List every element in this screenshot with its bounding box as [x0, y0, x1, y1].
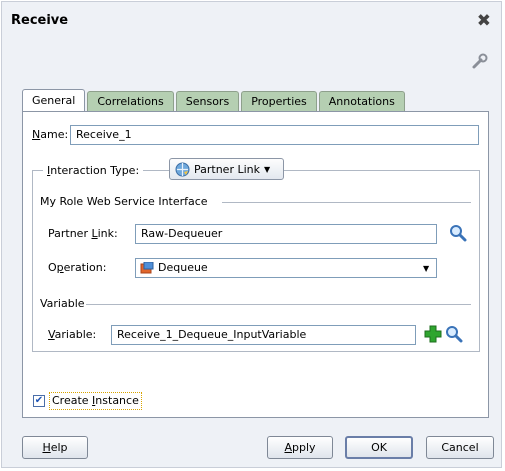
- name-label: Name:: [32, 128, 69, 141]
- apply-button[interactable]: Apply: [267, 436, 333, 459]
- create-instance-checkbox[interactable]: ✔: [33, 395, 45, 407]
- name-field[interactable]: Receive_1: [70, 125, 479, 145]
- role-divider: [222, 202, 471, 203]
- create-instance-label[interactable]: Create Instance: [49, 392, 142, 410]
- ok-button[interactable]: OK: [345, 436, 413, 459]
- dialog-title: Receive: [11, 13, 69, 28]
- variable-section-title: Variable: [40, 297, 85, 310]
- add-icon[interactable]: [424, 325, 442, 343]
- search-icon[interactable]: [445, 325, 463, 343]
- operation-icon: [140, 262, 154, 274]
- close-icon[interactable]: ✖: [477, 11, 491, 31]
- variable-label: Variable:: [48, 328, 97, 341]
- interaction-type-dropdown[interactable]: Partner Link ▼: [169, 158, 284, 180]
- interaction-type-value: Partner Link: [194, 162, 260, 176]
- operation-dropdown[interactable]: Dequeue: [135, 258, 437, 278]
- tab-sensors[interactable]: Sensors: [175, 91, 240, 111]
- tab-general[interactable]: General: [22, 89, 86, 111]
- interaction-type-label: Interaction Type:: [43, 164, 144, 177]
- help-button[interactable]: Help: [22, 436, 88, 459]
- receive-dialog: Receive ✖ General Correlations Sensors P…: [1, 1, 502, 468]
- cancel-button[interactable]: Cancel: [426, 436, 494, 459]
- tab-annotations[interactable]: Annotations: [318, 91, 405, 111]
- chevron-down-icon: ▼: [264, 164, 271, 174]
- partner-link-icon: [175, 162, 190, 176]
- chevron-down-icon: ▼: [423, 264, 430, 273]
- partner-link-field[interactable]: Raw-Dequeuer: [135, 224, 437, 244]
- search-icon[interactable]: [449, 224, 467, 242]
- wrench-icon[interactable]: [471, 52, 489, 70]
- operation-value: Dequeue: [158, 261, 208, 274]
- partner-link-label: Partner Link:: [48, 227, 118, 240]
- operation-label: Operation:: [48, 261, 107, 274]
- tab-properties[interactable]: Properties: [241, 91, 317, 111]
- variable-field[interactable]: Receive_1_Dequeue_InputVariable: [111, 325, 416, 345]
- general-panel: Name: Receive_1 Interaction Type: Partne…: [22, 111, 489, 418]
- variable-divider: [86, 304, 471, 305]
- tab-bar: General Correlations Sensors Properties …: [22, 89, 405, 111]
- tab-correlations[interactable]: Correlations: [87, 91, 174, 111]
- role-section-title: My Role Web Service Interface: [40, 195, 208, 208]
